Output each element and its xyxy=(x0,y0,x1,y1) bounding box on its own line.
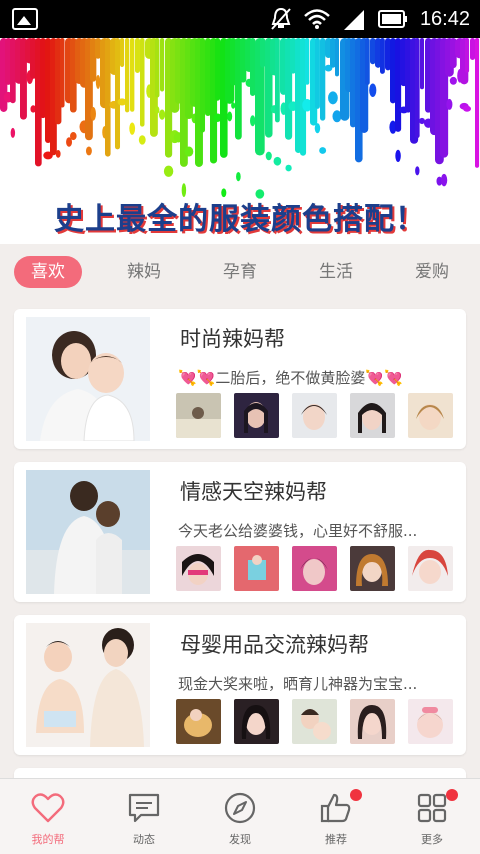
clock: 16:42 xyxy=(419,7,470,30)
group-title: 情感天空辣妈帮 xyxy=(180,480,327,504)
member-avatars xyxy=(176,393,453,438)
group-card[interactable]: 母婴用品交流辣妈帮 现金大奖来啦，晒育儿神器为宝宝... xyxy=(14,615,466,755)
group-latest-post: 💘💘二胎后，绝不做黄脸婆💘💘 xyxy=(178,369,403,387)
bottom-navigation: 我的帮 动态 发现 推荐 更多 xyxy=(0,778,480,854)
compass-icon xyxy=(224,792,256,824)
wifi-icon xyxy=(304,9,330,29)
member-avatar[interactable] xyxy=(234,699,279,744)
status-bar: 16:42 xyxy=(0,0,480,38)
member-avatar[interactable] xyxy=(234,546,279,591)
nav-more[interactable]: 更多 xyxy=(384,779,480,854)
nav-discover[interactable]: 发现 xyxy=(192,779,288,854)
member-avatar[interactable] xyxy=(292,546,337,591)
member-avatar[interactable] xyxy=(292,699,337,744)
group-latest-post: 现金大奖来啦，晒育儿神器为宝宝... xyxy=(178,675,418,693)
mute-bell-icon xyxy=(271,7,291,30)
group-card[interactable]: 情感天空辣妈帮 今天老公给婆婆钱，心里好不舒服... xyxy=(14,462,466,602)
heart-icon xyxy=(31,793,65,823)
group-cover-image xyxy=(26,623,150,747)
paint-drips-image xyxy=(0,38,480,199)
signal-icon xyxy=(343,10,364,30)
nav-my-groups[interactable]: 我的帮 xyxy=(0,779,96,854)
nav-recommend[interactable]: 推荐 xyxy=(288,779,384,854)
member-avatar[interactable] xyxy=(408,546,453,591)
member-avatars xyxy=(176,546,453,591)
thumbs-up-icon xyxy=(320,793,351,823)
nav-label: 更多 xyxy=(421,833,443,846)
group-latest-post: 今天老公给婆婆钱，心里好不舒服... xyxy=(178,522,418,540)
tab-pregnancy[interactable]: 孕育 xyxy=(206,256,274,288)
banner[interactable]: 史上最全的服装颜色搭配！ xyxy=(0,38,480,244)
member-avatar[interactable] xyxy=(176,699,221,744)
tab-life[interactable]: 生活 xyxy=(302,256,370,288)
nav-label: 推荐 xyxy=(325,833,347,846)
nav-label: 发现 xyxy=(229,833,251,846)
member-avatar[interactable] xyxy=(292,393,337,438)
more-badge xyxy=(446,789,458,801)
member-avatar[interactable] xyxy=(350,393,395,438)
member-avatar[interactable] xyxy=(350,699,395,744)
group-cover-image xyxy=(26,317,150,441)
tab-like[interactable]: 喜欢 xyxy=(14,256,82,288)
grid-icon xyxy=(417,793,447,823)
nav-activity[interactable]: 动态 xyxy=(96,779,192,854)
group-title: 时尚辣妈帮 xyxy=(180,327,285,351)
tab-shopping[interactable]: 爱购 xyxy=(398,256,466,288)
message-icon xyxy=(128,793,160,823)
tab-hot-mom[interactable]: 辣妈 xyxy=(110,256,178,288)
member-avatar[interactable] xyxy=(408,393,453,438)
member-avatar[interactable] xyxy=(408,699,453,744)
banner-title: 史上最全的服装颜色搭配！ xyxy=(54,202,426,237)
battery-icon xyxy=(377,10,407,28)
image-notification-icon xyxy=(12,8,38,30)
nav-label: 动态 xyxy=(133,833,155,846)
member-avatar[interactable] xyxy=(350,546,395,591)
category-tabs: 喜欢 辣妈 孕育 生活 爱购 xyxy=(0,244,480,300)
group-card[interactable]: 时尚辣妈帮 💘💘二胎后，绝不做黄脸婆💘💘 xyxy=(14,309,466,449)
member-avatars xyxy=(176,699,453,744)
group-title: 母婴用品交流辣妈帮 xyxy=(180,633,369,657)
member-avatar[interactable] xyxy=(176,393,221,438)
recommend-badge xyxy=(350,789,362,801)
member-avatar[interactable] xyxy=(234,393,279,438)
member-avatar[interactable] xyxy=(176,546,221,591)
group-cover-image xyxy=(26,470,150,594)
nav-label: 我的帮 xyxy=(31,833,65,846)
